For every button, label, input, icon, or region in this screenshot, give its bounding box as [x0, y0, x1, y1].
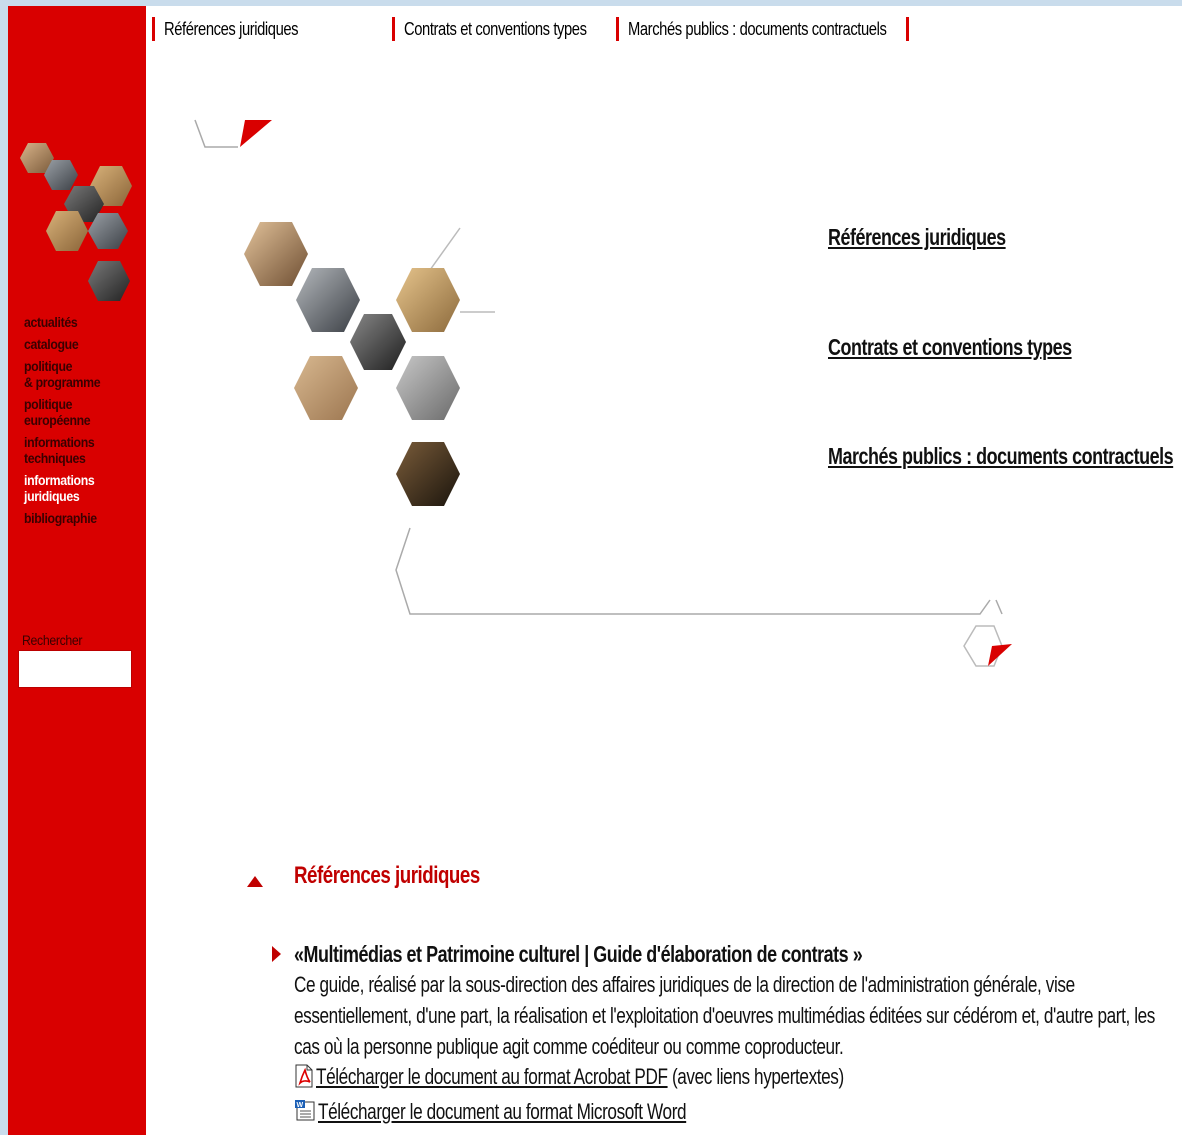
- search-input[interactable]: [18, 650, 132, 688]
- link-marches-publics[interactable]: Marchés publics : documents contractuels: [828, 443, 1174, 470]
- window-frame-top: [0, 0, 1182, 6]
- nav-separator: [906, 17, 909, 41]
- triangle-up-icon[interactable]: [247, 876, 263, 887]
- window-frame-left: [0, 0, 8, 1135]
- item-description-line: cas où la personne publique agit comme c…: [294, 1034, 844, 1059]
- sidebar-nav: actualités catalogue politique & program…: [24, 314, 144, 526]
- sidebar-item-bibliographie[interactable]: bibliographie: [24, 510, 130, 526]
- link-contrats-conventions[interactable]: Contrats et conventions types: [828, 334, 1072, 361]
- sidebar-item-informations-techniques-2[interactable]: techniques: [24, 450, 130, 466]
- word-icon: W: [295, 1100, 315, 1121]
- link-references-juridiques[interactable]: Références juridiques: [828, 224, 1006, 251]
- nav-separator: [152, 17, 155, 41]
- sidebar-item-politique-europeenne-2[interactable]: européenne: [24, 412, 130, 428]
- top-nav: Références juridiques Contrats et conven…: [152, 17, 932, 41]
- item-description-line: essentiellement, d'une part, la réalisat…: [294, 1003, 1155, 1028]
- download-word-row: W Télécharger le document au format Micr…: [294, 1099, 790, 1125]
- sidebar-item-politique-programme[interactable]: politique: [24, 358, 130, 374]
- search-label: Rechercher: [22, 632, 83, 648]
- sidebar-item-informations-juridiques[interactable]: informations: [24, 472, 130, 488]
- topnav-marches-publics[interactable]: Marchés publics : documents contractuels: [628, 19, 887, 40]
- sidebar-item-informations-juridiques-2[interactable]: juridiques: [24, 488, 130, 504]
- sidebar-logo-hexagons: [20, 143, 132, 301]
- topnav-references-juridiques[interactable]: Références juridiques: [164, 19, 299, 40]
- sidebar-item-politique-programme-2[interactable]: & programme: [24, 374, 130, 390]
- sidebar-item-actualites[interactable]: actualités: [24, 314, 130, 330]
- sidebar-item-catalogue[interactable]: catalogue: [24, 336, 130, 352]
- download-pdf-note: (avec liens hypertextes): [667, 1064, 844, 1089]
- section-title: Références juridiques: [294, 862, 480, 889]
- item-title: «Multimédias et Patrimoine culturel | Gu…: [294, 941, 863, 967]
- triangle-right-icon: [272, 946, 281, 962]
- nav-separator: [392, 17, 395, 41]
- download-pdf-link[interactable]: Télécharger le document au format Acroba…: [316, 1064, 668, 1089]
- svg-text:W: W: [297, 1102, 304, 1109]
- pdf-icon: [295, 1064, 313, 1088]
- topnav-contrats-conventions[interactable]: Contrats et conventions types: [404, 19, 587, 40]
- hexagon-illustration: [244, 222, 495, 506]
- nav-separator: [616, 17, 619, 41]
- download-word-link[interactable]: Télécharger le document au format Micros…: [318, 1099, 687, 1124]
- corner-decoration: [194, 119, 272, 148]
- connector-decoration: [395, 527, 1012, 667]
- sidebar-item-informations-techniques[interactable]: informations: [24, 434, 130, 450]
- sidebar-item-politique-europeenne[interactable]: politique: [24, 396, 130, 412]
- item-description-line: Ce guide, réalisé par la sous-direction …: [294, 972, 1075, 997]
- download-pdf-row: Télécharger le document au format Acroba…: [294, 1064, 993, 1090]
- sidebar: actualités catalogue politique & program…: [8, 6, 146, 1135]
